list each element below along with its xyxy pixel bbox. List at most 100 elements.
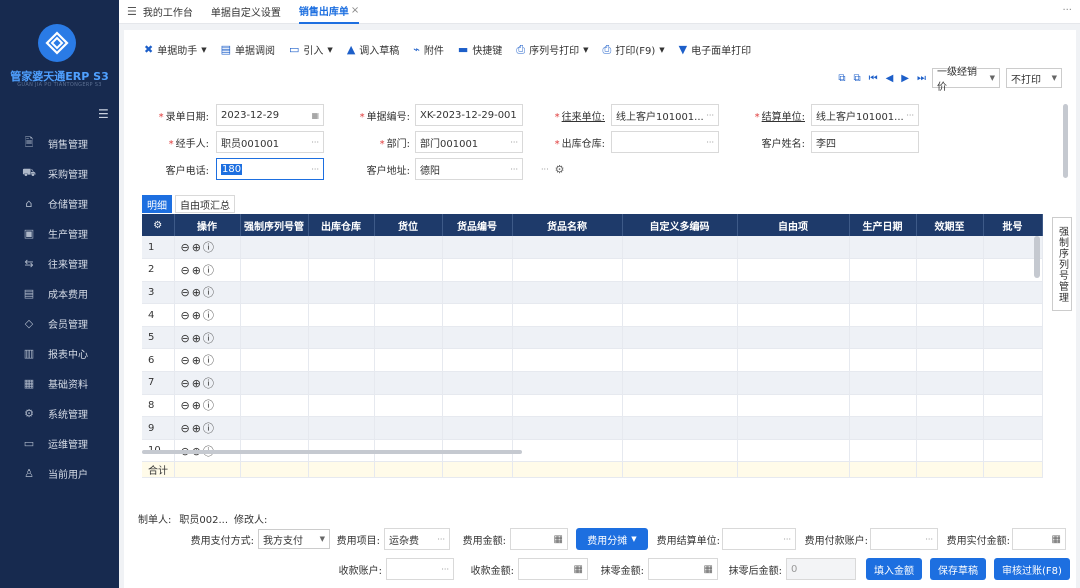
table-cell[interactable]: [308, 326, 375, 350]
table-cell[interactable]: [512, 416, 623, 440]
tab-detail[interactable]: 明细: [142, 195, 172, 213]
table-cell[interactable]: [622, 439, 738, 463]
customer-name-field[interactable]: 李四: [811, 131, 919, 153]
tab-workbench[interactable]: 我的工作台: [143, 0, 193, 24]
table-row[interactable]: 7 ⊖⊕ⓘ: [142, 371, 1043, 395]
table-cell[interactable]: [983, 348, 1043, 373]
table-cell[interactable]: [374, 303, 443, 327]
table-cell[interactable]: [512, 348, 623, 373]
sidebar-item-system[interactable]: ⚙ 系统管理: [0, 398, 119, 428]
table-cell[interactable]: [737, 281, 850, 305]
close-icon[interactable]: ×: [351, 5, 359, 16]
row-actions[interactable]: ⊖⊕ⓘ: [174, 326, 241, 350]
ellipsis-icon[interactable]: ···: [925, 535, 933, 544]
table-row[interactable]: 5 ⊖⊕ⓘ: [142, 326, 1043, 350]
sidebar-item-production[interactable]: ▣ 生产管理: [0, 218, 119, 248]
table-row[interactable]: 6 ⊖⊕ⓘ: [142, 348, 1043, 373]
table-cell[interactable]: [240, 326, 309, 350]
table-row[interactable]: 9 ⊖⊕ⓘ: [142, 416, 1043, 440]
calculator-icon[interactable]: ▦: [1052, 534, 1061, 545]
table-cell[interactable]: [442, 348, 513, 373]
table-cell[interactable]: [374, 348, 443, 373]
sidebar-item-purchase[interactable]: ⛟ 采购管理: [0, 158, 119, 188]
table-cell[interactable]: [374, 281, 443, 305]
table-cell[interactable]: [916, 281, 984, 305]
copy-icon[interactable]: ⧉: [838, 73, 845, 84]
ellipsis-icon[interactable]: ···: [311, 138, 319, 147]
row-actions[interactable]: ⊖⊕ⓘ: [174, 258, 241, 282]
serial-management-side-tab[interactable]: 强制序列号管理: [1052, 217, 1072, 311]
prev-record-icon[interactable]: ◀: [886, 73, 894, 84]
row-actions[interactable]: ⊖⊕ⓘ: [174, 348, 241, 373]
table-cell[interactable]: [849, 236, 917, 260]
column-header[interactable]: 批号: [983, 214, 1043, 236]
table-cell[interactable]: [849, 439, 917, 463]
table-cell[interactable]: [849, 258, 917, 282]
ellipsis-icon[interactable]: ···: [437, 535, 445, 544]
collapse-menu-icon[interactable]: ☰: [98, 107, 109, 121]
table-cell[interactable]: [622, 326, 738, 350]
shortcut-button[interactable]: ▬ 快捷键: [458, 42, 502, 57]
table-cell[interactable]: [622, 416, 738, 440]
address-field[interactable]: 德阳 ···: [415, 158, 523, 180]
table-cell[interactable]: [512, 394, 623, 418]
table-cell[interactable]: [308, 416, 375, 440]
table-cell[interactable]: [849, 326, 917, 350]
table-cell[interactable]: [512, 281, 623, 305]
table-cell[interactable]: [983, 439, 1043, 463]
table-cell[interactable]: [374, 326, 443, 350]
doc-assistant-button[interactable]: ✖ 单据助手 ▼: [144, 42, 207, 57]
column-header[interactable]: 货品编号: [442, 214, 513, 236]
table-cell[interactable]: [622, 348, 738, 373]
table-cell[interactable]: [983, 303, 1043, 327]
save-draft-button[interactable]: 保存草稿: [930, 558, 986, 580]
table-cell[interactable]: [737, 348, 850, 373]
column-header[interactable]: 货位: [374, 214, 443, 236]
fee-item-field[interactable]: 运杂费 ···: [384, 528, 450, 550]
table-row[interactable]: 2 ⊖⊕ⓘ: [142, 258, 1043, 282]
table-cell[interactable]: [512, 326, 623, 350]
table-cell[interactable]: [308, 303, 375, 327]
table-cell[interactable]: [512, 236, 623, 260]
column-header[interactable]: 生产日期: [849, 214, 917, 236]
table-cell[interactable]: [916, 416, 984, 440]
ellipsis-icon[interactable]: ···: [906, 111, 914, 120]
sidebar-item-warehouse[interactable]: ⌂ 仓储管理: [0, 188, 119, 218]
serial-print-button[interactable]: ⎙ 序列号打印 ▼: [516, 42, 588, 58]
row-actions[interactable]: ⊖⊕ⓘ: [174, 416, 241, 440]
table-cell[interactable]: [737, 258, 850, 282]
tab-custom-settings[interactable]: 单据自定义设置: [211, 0, 281, 24]
table-cell[interactable]: [374, 416, 443, 440]
vertical-scrollbar[interactable]: [1034, 236, 1040, 278]
ellipsis-icon[interactable]: ···: [510, 165, 518, 174]
tab-list-icon[interactable]: ☰: [127, 5, 137, 18]
column-header[interactable]: 货品名称: [512, 214, 623, 236]
table-cell[interactable]: [240, 236, 309, 260]
table-cell[interactable]: [374, 236, 443, 260]
price-level-select[interactable]: 一级经销价 ▼: [932, 67, 1000, 93]
table-cell[interactable]: [240, 258, 309, 282]
dept-field[interactable]: 部门001001 ···: [415, 131, 523, 153]
table-cell[interactable]: [983, 326, 1043, 350]
table-cell[interactable]: [442, 236, 513, 260]
fee-actual-field[interactable]: ▦: [1012, 528, 1066, 550]
ellipsis-icon[interactable]: ···: [311, 165, 319, 174]
handler-field[interactable]: 职员001001 ···: [216, 131, 324, 153]
recv-amount-field[interactable]: ▦: [518, 558, 588, 580]
table-cell[interactable]: [916, 236, 984, 260]
table-cell[interactable]: [983, 371, 1043, 395]
table-cell[interactable]: [240, 371, 309, 395]
row-actions[interactable]: ⊖⊕ⓘ: [174, 281, 241, 305]
round-amount-field[interactable]: ▦: [648, 558, 718, 580]
row-actions[interactable]: ⊖⊕ⓘ: [174, 371, 241, 395]
table-cell[interactable]: [622, 394, 738, 418]
calculator-icon[interactable]: ▦: [704, 564, 713, 575]
table-cell[interactable]: [442, 371, 513, 395]
table-cell[interactable]: [240, 394, 309, 418]
sidebar-item-basic-data[interactable]: ▦ 基础资料: [0, 368, 119, 398]
table-cell[interactable]: [622, 258, 738, 282]
table-cell[interactable]: [849, 281, 917, 305]
row-actions[interactable]: ⊖⊕ⓘ: [174, 394, 241, 418]
table-cell[interactable]: [240, 348, 309, 373]
table-cell[interactable]: [737, 416, 850, 440]
